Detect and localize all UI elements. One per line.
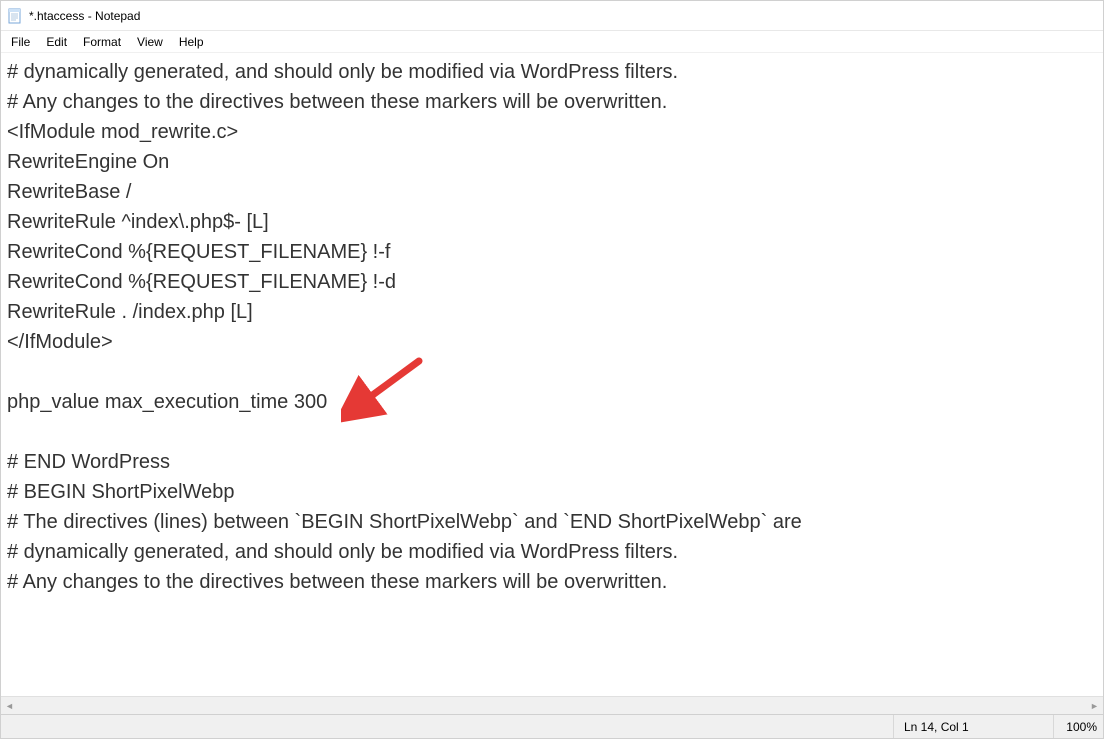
scroll-left-icon[interactable]: ◄ xyxy=(1,697,18,714)
editor-textarea[interactable]: # dynamically generated, and should only… xyxy=(1,53,1103,696)
menu-edit[interactable]: Edit xyxy=(38,33,75,51)
status-cursor-position: Ln 14, Col 1 xyxy=(893,715,1053,738)
status-bar: Ln 14, Col 1 100% xyxy=(1,714,1103,738)
status-zoom-level: 100% xyxy=(1053,715,1103,738)
notepad-window: *.htaccess - Notepad File Edit Format Vi… xyxy=(0,0,1104,739)
notepad-app-icon xyxy=(7,8,23,24)
menu-file[interactable]: File xyxy=(3,33,38,51)
menu-view[interactable]: View xyxy=(129,33,171,51)
menu-help[interactable]: Help xyxy=(171,33,212,51)
menu-bar: File Edit Format View Help xyxy=(1,31,1103,53)
menu-format[interactable]: Format xyxy=(75,33,129,51)
scroll-right-icon[interactable]: ► xyxy=(1086,697,1103,714)
horizontal-scrollbar[interactable]: ◄ ► xyxy=(1,696,1103,714)
editor-area: # dynamically generated, and should only… xyxy=(1,53,1103,696)
window-title: *.htaccess - Notepad xyxy=(29,9,140,23)
title-bar: *.htaccess - Notepad xyxy=(1,1,1103,31)
status-spacer xyxy=(1,715,893,738)
